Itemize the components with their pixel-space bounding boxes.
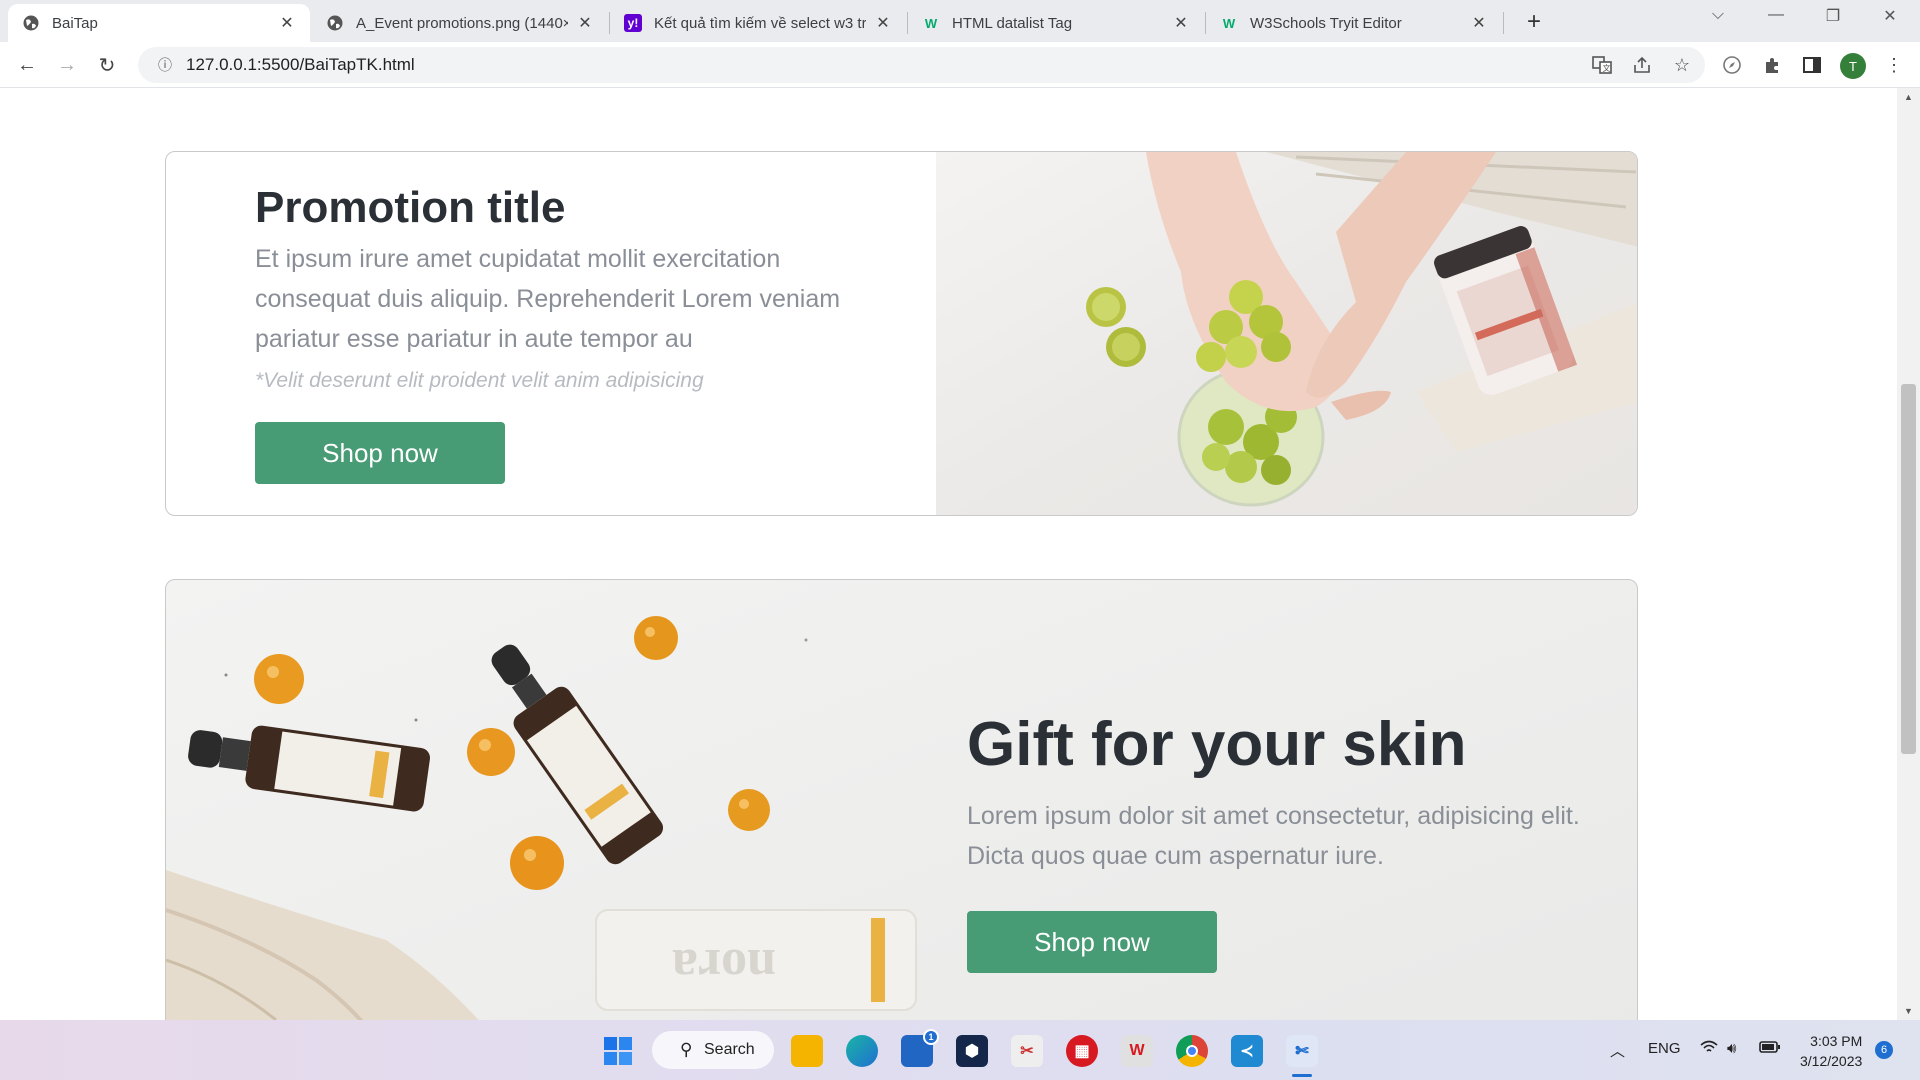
close-tab-icon[interactable]: ✕ [1172, 13, 1190, 33]
red-app-icon[interactable]: ▦ [1066, 1035, 1098, 1067]
tab-baitap[interactable]: BaiTap ✕ [8, 4, 310, 42]
page-viewport: Promotion title Et ipsum irure amet cupi… [0, 88, 1897, 1020]
scrollbar-thumb[interactable] [1901, 384, 1916, 754]
close-window-button[interactable]: ✕ [1870, 6, 1910, 26]
file-explorer-icon[interactable] [791, 1035, 823, 1067]
dev-app-icon[interactable]: ⬢ [956, 1035, 988, 1067]
page-scrollbar[interactable]: ▲ ▼ [1897, 88, 1920, 1020]
system-clock[interactable]: 3:03 PM 3/12/2023 [1800, 1031, 1862, 1071]
compass-extension-icon[interactable] [1718, 51, 1746, 79]
wifi-icon[interactable] [1700, 1040, 1718, 1058]
skin-gift-text: Gift for your skin Lorem ipsum dolor sit… [967, 708, 1587, 876]
store-badge: 1 [923, 1029, 939, 1045]
tab-event-promotions[interactable]: A_Event promotions.png (1440×1 ✕ [312, 4, 608, 42]
promotion-card: Promotion title Et ipsum irure amet cupi… [165, 151, 1638, 516]
info-icon[interactable]: ⓘ [150, 55, 180, 75]
clock-time: 3:03 PM [1810, 1033, 1863, 1049]
url-text[interactable]: 127.0.0.1:5500/BaiTapTK.html [186, 55, 415, 75]
svg-text:文: 文 [1603, 63, 1611, 73]
address-bar[interactable]: ⓘ 127.0.0.1:5500/BaiTapTK.html [138, 47, 1705, 83]
vscode-icon[interactable]: ≺ [1231, 1035, 1263, 1067]
minimize-button[interactable]: — [1756, 6, 1796, 24]
shop-now-button[interactable]: Shop now [255, 422, 505, 484]
globe-icon [326, 14, 344, 32]
notification-badge[interactable]: 6 [1875, 1041, 1893, 1059]
reload-icon[interactable]: ↻ [92, 50, 122, 80]
show-hidden-icons[interactable]: ︿ [1610, 1040, 1625, 1061]
close-tab-icon[interactable]: ✕ [874, 13, 892, 33]
shop-now-button-2[interactable]: Shop now [967, 911, 1217, 973]
extensions-puzzle-icon[interactable] [1758, 51, 1786, 79]
translate-icon[interactable]: 文 [1588, 51, 1616, 79]
close-tab-icon[interactable]: ✕ [278, 13, 296, 33]
back-arrow-icon[interactable]: ← [12, 50, 42, 80]
promotion-note: *Velit deserunt elit proident velit anim… [255, 368, 704, 392]
bookmark-star-icon[interactable]: ☆ [1668, 51, 1696, 79]
profile-avatar[interactable]: T [1840, 53, 1866, 79]
share-icon[interactable] [1628, 51, 1656, 79]
windows-start-icon[interactable] [602, 1035, 634, 1067]
search-icon: ⚲ [680, 1040, 693, 1059]
wps-office-icon[interactable]: W [1121, 1035, 1153, 1067]
language-indicator[interactable]: ENG [1648, 1040, 1681, 1057]
restore-button[interactable]: ❐ [1813, 6, 1853, 26]
windows-taskbar: ⚲ Search 1 ⬢ ✂ ▦ W ≺ ✄ ︿ ENG 🔊︎ 3:03 PM … [0, 1020, 1920, 1080]
side-panel-icon[interactable] [1798, 51, 1826, 79]
globe-icon [22, 14, 40, 32]
edge-browser-icon[interactable] [846, 1035, 878, 1067]
yahoo-icon: y! [624, 14, 642, 32]
chrome-icon[interactable] [1176, 1035, 1208, 1067]
battery-icon[interactable] [1759, 1040, 1781, 1058]
tab-yahoo-search[interactable]: y! Kết quả tìm kiếm về select w3 trê ✕ [610, 4, 906, 42]
product-brand-label: nora [672, 938, 776, 995]
skin-gift-description: Lorem ipsum dolor sit amet consectetur, … [967, 802, 1580, 871]
tab-html-datalist[interactable]: W HTML datalist Tag ✕ [908, 4, 1204, 42]
tab-title: HTML datalist Tag [952, 14, 1073, 32]
scroll-up-arrow-icon[interactable]: ▲ [1897, 88, 1920, 106]
browser-toolbar: ← → ↻ ⓘ 127.0.0.1:5500/BaiTapTK.html 文 ☆… [0, 42, 1920, 88]
gummies-product-image [936, 152, 1637, 515]
taskbar-search-box[interactable]: ⚲ Search [652, 1031, 774, 1069]
snipping-tool-icon[interactable]: ✄ [1286, 1035, 1318, 1067]
new-tab-button[interactable]: + [1519, 8, 1549, 36]
search-label: Search [704, 1041, 755, 1058]
w3schools-icon: W [924, 15, 938, 31]
promotion-description: Et ipsum irure amet cupidatat mollit exe… [255, 244, 841, 353]
clock-date: 3/12/2023 [1800, 1053, 1863, 1069]
tab-divider [1503, 12, 1504, 34]
w3schools-icon: W [1222, 15, 1236, 31]
skin-gift-title: Gift for your skin [967, 710, 1467, 779]
active-app-indicator [1292, 1074, 1312, 1077]
close-tab-icon[interactable]: ✕ [576, 13, 594, 33]
skin-gift-card: nora Gift for your skin Lorem ipsum dolo… [165, 579, 1638, 1020]
tab-title: A_Event promotions.png (1440×1 [356, 14, 568, 32]
microsoft-store-icon[interactable]: 1 [901, 1029, 939, 1067]
tab-tryit-editor[interactable]: W W3Schools Tryit Editor ✕ [1206, 4, 1502, 42]
cbd-oil-product-image: nora [166, 580, 966, 1020]
tab-search-icon[interactable]: ⌵ [1698, 6, 1738, 24]
forward-arrow-icon[interactable]: → [52, 50, 82, 80]
promotion-text: Promotion title Et ipsum irure amet cupi… [255, 182, 875, 393]
scroll-down-arrow-icon[interactable]: ▼ [1897, 1002, 1920, 1020]
volume-icon[interactable]: 🔊︎ [1727, 1040, 1736, 1057]
snipping-app-icon[interactable]: ✂ [1011, 1035, 1043, 1067]
tab-strip: BaiTap ✕ A_Event promotions.png (1440×1 … [0, 0, 1920, 42]
promotion-title: Promotion title [255, 183, 566, 232]
tab-title: W3Schools Tryit Editor [1250, 14, 1402, 32]
menu-kebab-icon[interactable]: ⋮ [1880, 51, 1908, 79]
close-tab-icon[interactable]: ✕ [1470, 13, 1488, 33]
tab-title: Kết quả tìm kiếm về select w3 trê [654, 14, 866, 32]
tab-title: BaiTap [52, 14, 98, 32]
